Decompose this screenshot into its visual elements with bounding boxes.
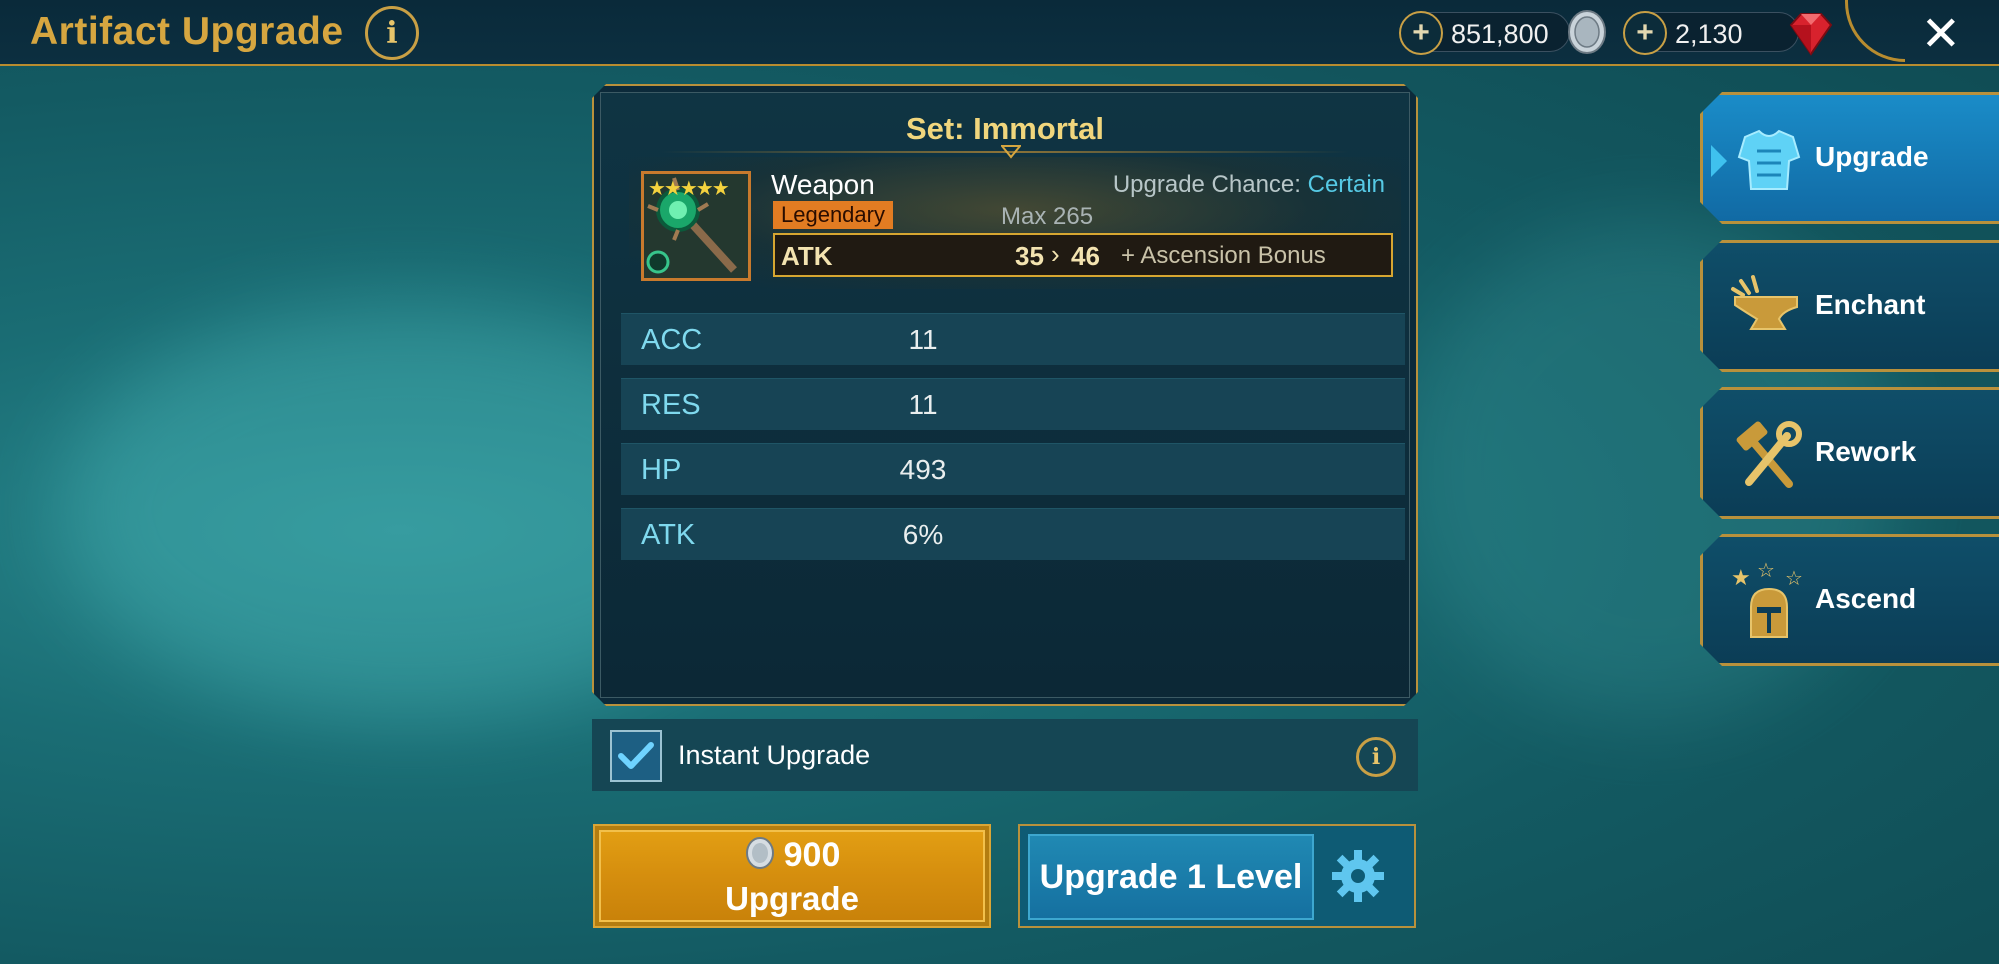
upgrade-one-level-face: Upgrade 1 Level <box>1028 834 1314 920</box>
item-type: Weapon <box>771 169 875 200</box>
upgrade-chance: Upgrade Chance: Certain <box>1113 171 1385 199</box>
chevron-right-icon: › <box>1051 239 1060 269</box>
set-title: Set: Immortal <box>905 111 1105 146</box>
add-silver-button[interactable]: + <box>1399 11 1443 55</box>
add-gems-button[interactable]: + <box>1623 11 1667 55</box>
instant-upgrade-strip: Instant Upgrade i <box>592 719 1418 791</box>
tab-ascend[interactable]: ★ ☆ ☆ Ascend <box>1700 534 1999 666</box>
substat-row: ATK 6% <box>621 508 1405 560</box>
upgrade-chance-value: Certain <box>1307 171 1385 198</box>
info-icon[interactable]: i <box>1356 737 1396 777</box>
armor-icon <box>1727 119 1811 203</box>
svg-text:☆: ☆ <box>1785 566 1803 590</box>
rarity-badge: Legendary <box>773 201 893 229</box>
top-bar: Artifact Upgrade i + 851,800 + 2,130 ✕ <box>0 0 1999 66</box>
silver-coin-icon <box>745 837 774 869</box>
ruby-gem-icon <box>1789 13 1833 56</box>
artifact-panel: Set: Immortal ★★★★★ Weapon Legendary Upg… <box>592 84 1418 706</box>
close-icon[interactable]: ✕ <box>1921 6 1961 62</box>
main-stat-bar: ATK 35 › 46 + Ascension Bonus <box>773 233 1393 277</box>
tab-label: Ascend <box>1815 583 1917 614</box>
main-stat-name: ATK <box>781 241 833 271</box>
info-icon[interactable]: i <box>365 6 419 60</box>
substat-value: 11 <box>908 324 938 355</box>
chevron-down-icon <box>1001 145 1021 159</box>
upgrade-cost: 900 <box>601 836 983 875</box>
active-tab-arrow <box>1711 145 1727 177</box>
star-rating: ★★★★★ <box>648 178 728 200</box>
svg-text:☆: ☆ <box>1757 561 1775 582</box>
instant-upgrade-checkbox[interactable] <box>610 730 662 782</box>
checkmark-icon <box>618 742 654 769</box>
silver-amount: 851,800 <box>1451 19 1549 49</box>
upgrade-one-level-button[interactable]: Upgrade 1 Level <box>1018 824 1416 928</box>
substat-row: HP 493 <box>621 443 1405 495</box>
page-title: Artifact Upgrade <box>30 10 344 53</box>
substat-row: RES 11 <box>621 378 1405 430</box>
corner-ornament <box>1845 0 1905 62</box>
tab-enchant[interactable]: Enchant <box>1700 240 1999 372</box>
substat-row: ACC 11 <box>621 313 1405 365</box>
substat-value: 11 <box>908 389 938 420</box>
main-stat-next: 46 <box>1071 241 1100 271</box>
silver-currency: + 851,800 <box>1399 10 1606 55</box>
substat-value: 6% <box>902 519 944 550</box>
svg-text:★: ★ <box>1731 566 1751 591</box>
gem-amount: 2,130 <box>1675 19 1743 49</box>
upgrade-chance-label: Upgrade Chance: <box>1112 171 1301 198</box>
hammer-wrench-icon <box>1727 414 1811 498</box>
gem-currency: + 2,130 <box>1623 11 1833 56</box>
anvil-icon <box>1727 267 1811 351</box>
instant-upgrade-label: Instant Upgrade <box>678 740 871 770</box>
substat-value: 493 <box>899 454 947 485</box>
upgrade-button[interactable]: 900 Upgrade <box>593 824 991 928</box>
artifact-panel-inner: Set: Immortal ★★★★★ Weapon Legendary Upg… <box>600 92 1410 698</box>
main-stat-current: 35 <box>1015 241 1044 271</box>
max-level: Max 265 <box>1001 203 1094 230</box>
gear-icon[interactable] <box>1328 846 1388 906</box>
tab-label: Enchant <box>1815 289 1926 320</box>
tab-label: Upgrade <box>1815 141 1929 172</box>
artifact-weapon-icon[interactable]: ★★★★★ <box>641 171 751 281</box>
upgrade-button-face: 900 Upgrade <box>599 830 985 922</box>
ascension-bonus: + Ascension Bonus <box>1121 242 1326 269</box>
tab-label: Rework <box>1815 436 1917 467</box>
upgrade-cost-value: 900 <box>783 836 841 874</box>
helmet-stars-icon: ★ ☆ ☆ <box>1727 561 1811 645</box>
tab-upgrade[interactable]: Upgrade <box>1700 92 1999 224</box>
tab-rework[interactable]: Rework <box>1700 387 1999 519</box>
upgrade-one-level-label: Upgrade 1 Level <box>1039 858 1303 896</box>
silver-coin-icon <box>1568 10 1606 54</box>
upgrade-button-label: Upgrade <box>725 880 859 917</box>
